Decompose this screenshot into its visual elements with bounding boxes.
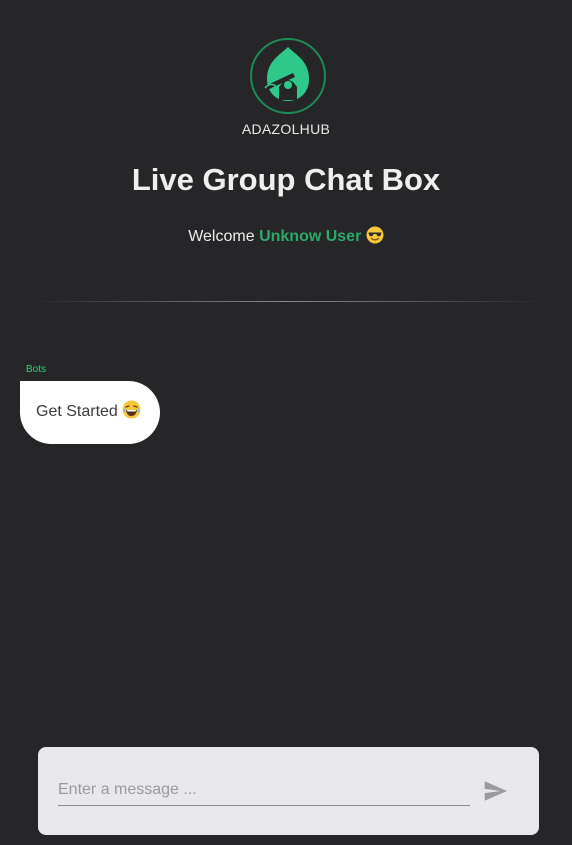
message-composer (38, 747, 539, 835)
page-title: Live Group Chat Box (131, 162, 441, 197)
divider (28, 301, 544, 302)
laughing-face-icon (122, 400, 141, 424)
sunglasses-face-icon (366, 226, 384, 249)
welcome-line: Welcome Unknow User (0, 226, 572, 249)
chat-page: ADAZOLHUB Live Group Chat Box Welcome Un… (0, 0, 572, 845)
message-sender: Bots (26, 364, 47, 375)
send-button[interactable] (480, 777, 510, 807)
message-bubble: Get Started (20, 381, 160, 444)
welcome-prefix: Welcome (188, 228, 255, 245)
brand-name: ADAZOLHUB (241, 121, 331, 137)
username: Unknow User (259, 228, 362, 245)
send-icon (482, 780, 508, 807)
adazolhub-logo-icon (249, 37, 327, 115)
message-text: Get Started (36, 403, 118, 420)
message-input[interactable] (58, 775, 470, 806)
